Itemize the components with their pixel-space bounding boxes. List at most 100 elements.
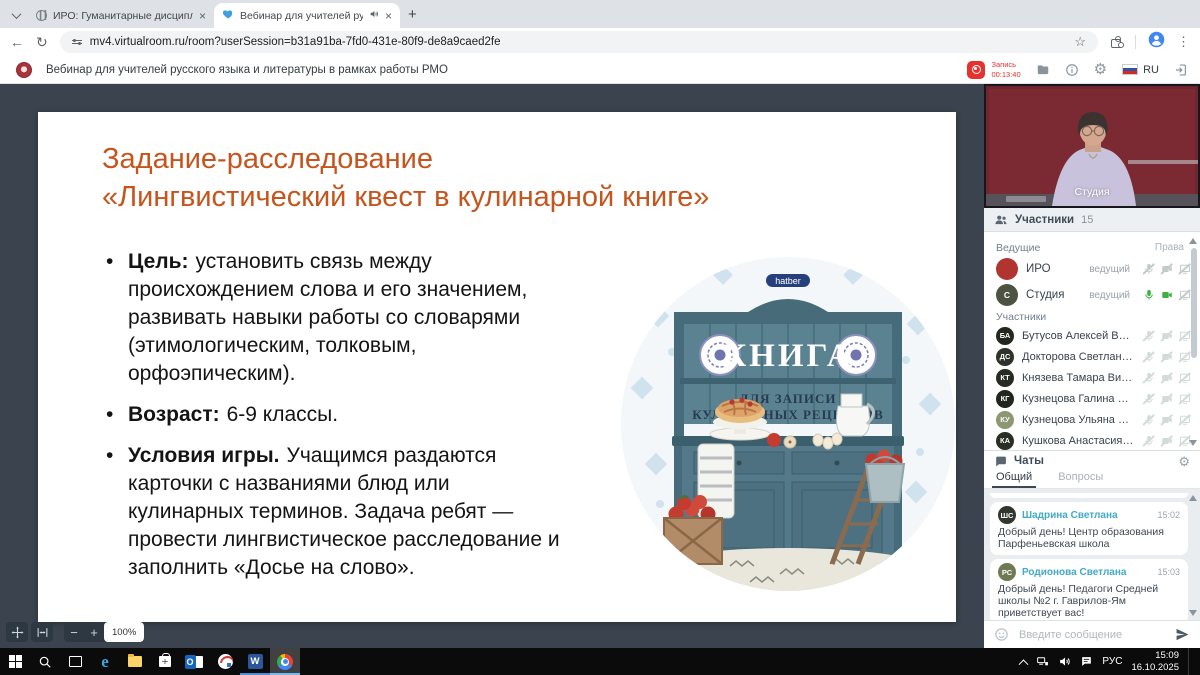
slide-bullet: •Возраст:6-9 классы.: [102, 401, 602, 429]
emoji-icon[interactable]: [994, 627, 1009, 642]
file-explorer-icon[interactable]: [120, 648, 150, 675]
tab-audio-icon[interactable]: [369, 9, 379, 22]
scroll-up-arrow-icon[interactable]: [1189, 238, 1197, 244]
browser-toolbar: ← ↻ mv4.virtualroom.ru/room?userSession=…: [0, 28, 1200, 56]
chrome-icon[interactable]: [270, 648, 300, 675]
zoom-in-button[interactable]: +: [84, 622, 104, 642]
edge-icon[interactable]: e: [90, 648, 120, 675]
show-desktop-button[interactable]: [1188, 648, 1192, 675]
taskbar-search-icon[interactable]: [30, 648, 60, 675]
camera-off-icon[interactable]: [1160, 371, 1173, 384]
scroll-down-arrow-icon[interactable]: [1189, 440, 1197, 446]
presentation-stage: Задание-расследование «Лингвистический к…: [0, 84, 984, 648]
zoom-out-button[interactable]: −: [64, 622, 84, 642]
host-row[interactable]: ИРО ведущий: [984, 256, 1200, 282]
record-icon[interactable]: [967, 61, 985, 79]
mic-off-icon[interactable]: [1142, 263, 1155, 276]
word-icon[interactable]: W: [240, 648, 270, 675]
media-app-icon[interactable]: [210, 648, 240, 675]
extensions-icon[interactable]: [1110, 36, 1123, 49]
screen-share-off-icon[interactable]: [1178, 329, 1191, 342]
camera-off-icon[interactable]: [1160, 263, 1173, 276]
send-message-icon[interactable]: [1175, 627, 1190, 642]
screen-share-off-icon[interactable]: [1178, 392, 1191, 405]
chat-tab-questions[interactable]: Вопросы: [1058, 471, 1103, 488]
chat-message-list[interactable]: ШС Шадрина Светлана 15:02 Добрый день! Ц…: [984, 489, 1200, 620]
address-bar[interactable]: mv4.virtualroom.ru/room?userSession=b31a…: [60, 31, 1098, 53]
screen-share-off-icon[interactable]: [1178, 371, 1191, 384]
avatar: БА: [996, 327, 1014, 345]
avatar: КУ: [996, 411, 1014, 429]
screen-share-off-icon[interactable]: [1178, 263, 1191, 276]
mic-on-icon[interactable]: [1142, 289, 1155, 302]
participant-row[interactable]: КТ Князева Тамара Викторовна: [984, 367, 1200, 388]
mic-off-icon[interactable]: [1142, 329, 1155, 342]
mic-off-icon[interactable]: [1142, 434, 1155, 447]
tab-search-chevron-icon[interactable]: [8, 7, 24, 23]
info-icon[interactable]: [1065, 63, 1079, 77]
clock[interactable]: 15:09 16.10.2025: [1131, 650, 1179, 674]
camera-off-icon[interactable]: [1160, 392, 1173, 405]
pan-tool-button[interactable]: [6, 622, 28, 642]
participant-row[interactable]: КА Кушкова Анастасия Викторовна: [984, 430, 1200, 451]
back-button[interactable]: ←: [10, 35, 24, 49]
chat-settings-gear-icon[interactable]: ⚙: [1178, 455, 1190, 468]
outlook-icon[interactable]: O: [180, 648, 210, 675]
new-tab-button[interactable]: +: [408, 6, 417, 23]
reload-button[interactable]: ↻: [36, 35, 48, 49]
camera-off-icon[interactable]: [1160, 413, 1173, 426]
chat-message-input[interactable]: [1017, 628, 1167, 642]
fit-width-button[interactable]: [31, 622, 53, 642]
tab-close-icon[interactable]: ×: [199, 10, 206, 22]
participants-title: Участники: [1015, 214, 1074, 226]
tab-close-icon[interactable]: ×: [385, 10, 392, 22]
camera-off-icon[interactable]: [1160, 434, 1173, 447]
speaker-video-tile[interactable]: Студия: [984, 84, 1200, 208]
camera-off-icon[interactable]: [1160, 350, 1173, 363]
bookmark-star-icon[interactable]: ☆: [1074, 34, 1086, 50]
browser-tab-webinar[interactable]: Вебинар для учителей рус ×: [214, 3, 400, 28]
camera-off-icon[interactable]: [1160, 329, 1173, 342]
avatar: С: [996, 284, 1018, 306]
participants-scrollbar[interactable]: [1191, 248, 1197, 358]
volume-icon[interactable]: [1058, 655, 1071, 668]
leave-room-icon[interactable]: [1174, 63, 1188, 77]
browser-profile-icon[interactable]: [1148, 31, 1165, 53]
participant-row[interactable]: КГ Кузнецова Галина Львовна: [984, 388, 1200, 409]
start-button[interactable]: [0, 648, 30, 675]
settings-gear-icon[interactable]: ⚙: [1094, 62, 1107, 77]
chat-scroll-down-icon[interactable]: [1189, 610, 1197, 616]
language-switcher[interactable]: RU: [1122, 64, 1159, 76]
browser-tab-iro[interactable]: ИРО: Гуманитарные дисциплин ×: [28, 3, 214, 28]
screen-share-off-icon[interactable]: [1178, 289, 1191, 302]
webinar-header: Вебинар для учителей русского языка и ли…: [0, 56, 1200, 84]
participants-header[interactable]: Участники 15: [984, 208, 1200, 232]
screen-share-off-icon[interactable]: [1178, 413, 1191, 426]
participant-row[interactable]: ДС Докторова Светлана Илларионо...: [984, 346, 1200, 367]
browser-menu-icon[interactable]: ⋮: [1177, 34, 1190, 50]
chat-scroll-up-icon[interactable]: [1189, 495, 1197, 501]
url-text[interactable]: mv4.virtualroom.ru/room?userSession=b31a…: [90, 36, 501, 48]
mic-off-icon[interactable]: [1142, 413, 1155, 426]
participant-row[interactable]: КУ Кузнецова Ульяна Григорьевна: [984, 409, 1200, 430]
mic-off-icon[interactable]: [1142, 392, 1155, 405]
microsoft-store-icon[interactable]: [150, 648, 180, 675]
task-view-icon[interactable]: [60, 648, 90, 675]
site-info-icon[interactable]: [72, 40, 82, 45]
mic-off-icon[interactable]: [1142, 371, 1155, 384]
participant-row[interactable]: БА Бутусов Алексей Владимирович: [984, 325, 1200, 346]
screen-share-off-icon[interactable]: [1178, 350, 1191, 363]
chat-tab-general[interactable]: Общий: [996, 471, 1032, 488]
avatar: РС: [998, 563, 1016, 581]
mic-off-icon[interactable]: [1142, 350, 1155, 363]
notification-icon[interactable]: [1080, 655, 1093, 668]
network-icon[interactable]: [1036, 655, 1049, 668]
host-row[interactable]: С Студия ведущий: [984, 282, 1200, 308]
keyboard-language-indicator[interactable]: РУС: [1102, 656, 1122, 667]
tray-expand-chevron-icon[interactable]: [1019, 659, 1029, 669]
files-icon[interactable]: [1036, 63, 1050, 77]
record-indicator[interactable]: Запись 00:13:40: [967, 60, 1020, 79]
camera-on-icon[interactable]: [1160, 289, 1173, 302]
members-label: Участники: [996, 311, 1046, 323]
recipe-book-illustration: hatber: [620, 256, 956, 592]
